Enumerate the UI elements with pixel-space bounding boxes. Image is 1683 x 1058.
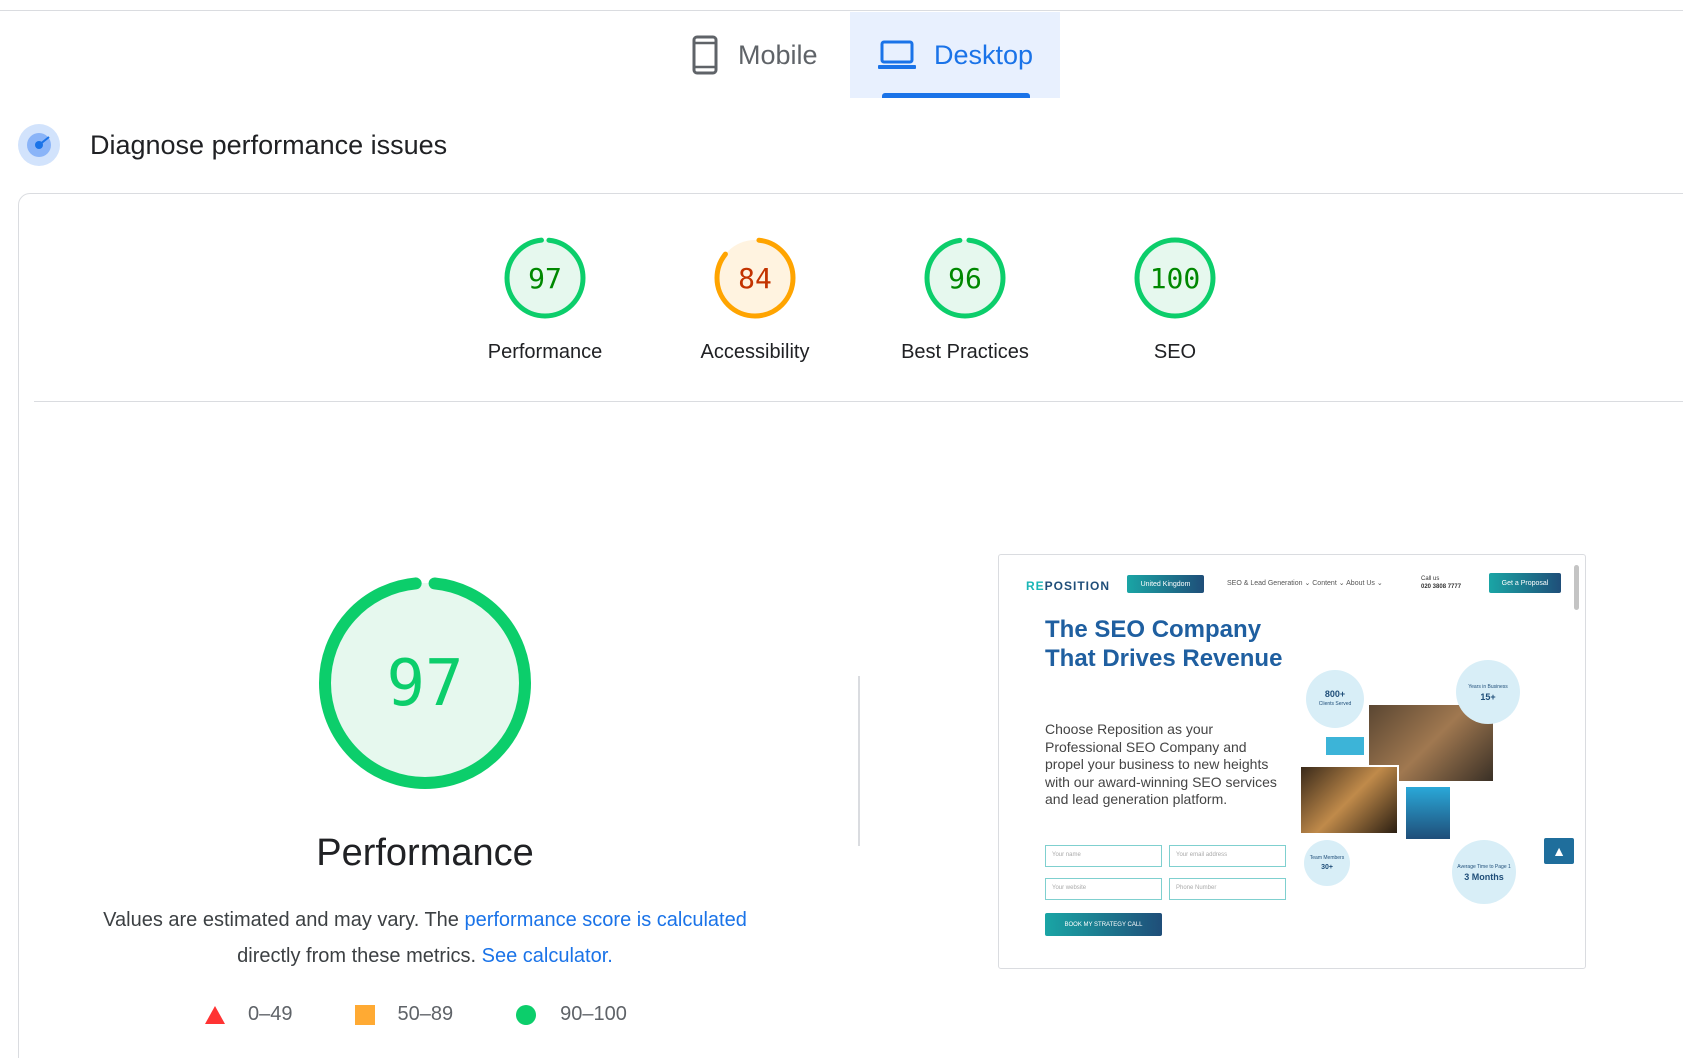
gauge-ring: 100: [1134, 237, 1216, 319]
site-cta: Get a Proposal: [1489, 573, 1561, 593]
device-tabs: Mobile Desktop: [0, 12, 1683, 98]
gauge-accessibility[interactable]: 84 Accessibility: [665, 233, 845, 364]
top-divider: [0, 10, 1683, 11]
performance-description: Values are estimated and may vary. The p…: [60, 902, 790, 974]
chart-tile: [1324, 735, 1366, 757]
desc-text: Values are estimated and may vary. The: [103, 909, 465, 931]
smartphone-icon: [692, 35, 718, 75]
stat-bubble: Average Time to Page 13 Months: [1452, 840, 1516, 904]
scrollbar: [1574, 565, 1579, 610]
gauge-seo[interactable]: 100 SEO: [1085, 233, 1265, 364]
site-field: Your email address: [1169, 845, 1286, 867]
vertical-divider: [858, 676, 860, 846]
tab-mobile-label: Mobile: [738, 39, 818, 70]
region-badge: United Kingdom: [1127, 575, 1204, 593]
tab-desktop-label: Desktop: [934, 39, 1034, 70]
scroll-top-button: ▲: [1544, 838, 1574, 864]
site-field: Your website: [1045, 878, 1162, 900]
square-icon: [354, 1004, 375, 1025]
score-gauges: 97 Performance 84 Accessibility 96 Best …: [455, 233, 1335, 373]
svg-text:84: 84: [738, 262, 772, 295]
circle-icon: [515, 1004, 537, 1026]
gauge-best-practices[interactable]: 96 Best Practices: [875, 233, 1055, 364]
gauge-label: SEO: [1153, 341, 1197, 363]
gauge-performance[interactable]: 97 Performance: [455, 233, 635, 364]
svg-text:97: 97: [528, 262, 562, 295]
legend-range: 50–89: [397, 1003, 454, 1025]
desc-text: directly from these metrics.: [237, 945, 482, 967]
gauge-ring-large: 97: [319, 577, 531, 789]
score-legend: 0–49 50–89 90–100: [205, 1003, 689, 1026]
stat-bubble: Years in Business 15+: [1456, 660, 1520, 724]
svg-text:100: 100: [1150, 262, 1201, 295]
chart-tile: [1404, 785, 1452, 841]
gauge-label: Best Practices: [901, 341, 1029, 363]
site-field: Your name: [1045, 845, 1162, 867]
site-nav: SEO & Lead Generation ⌄ Content ⌄ About …: [1227, 580, 1383, 587]
legend-average: 50–89: [354, 1003, 454, 1026]
page-screenshot[interactable]: REPOSITION United Kingdom SEO & Lead Gen…: [998, 554, 1586, 969]
stat-bubble: Team Members 30+: [1304, 840, 1350, 886]
gauge-ring: 84: [714, 237, 796, 319]
stat-bubble: 800+ Clients Served: [1306, 670, 1364, 728]
site-button: BOOK MY STRATEGY CALL: [1045, 913, 1162, 936]
performance-title: Performance: [316, 832, 534, 874]
site-field: Phone Number: [1169, 878, 1286, 900]
see-calculator-link[interactable]: See calculator.: [482, 945, 613, 967]
performance-gauge-large: 97: [317, 575, 533, 796]
active-tab-indicator: [882, 93, 1030, 98]
section-header: Diagnose performance issues: [18, 124, 447, 166]
gauge-label: Performance: [487, 341, 603, 363]
site-headline: The SEO Company That Drives Revenue: [1045, 616, 1283, 672]
legend-range: 90–100: [560, 1003, 627, 1025]
site-call: Call us 020 3808 7777: [1421, 576, 1462, 590]
legend-pass: 90–100: [515, 1003, 627, 1026]
site-logo: REPOSITION: [1026, 579, 1111, 593]
svg-text:97: 97: [386, 647, 463, 721]
gauge-label: Accessibility: [700, 341, 810, 363]
site-photo: [1299, 765, 1399, 835]
gauge-ring: 96: [924, 237, 1006, 319]
svg-text:96: 96: [948, 262, 982, 295]
laptop-icon: [878, 39, 916, 71]
tab-mobile[interactable]: Mobile: [680, 12, 850, 98]
gauge-ring: 97: [504, 237, 586, 319]
legend-range: 0–49: [248, 1003, 293, 1025]
tab-desktop[interactable]: Desktop: [850, 12, 1060, 98]
legend-fail: 0–49: [205, 1003, 293, 1026]
radar-icon: [18, 124, 60, 166]
site-body: Choose Reposition as your Professional S…: [1045, 721, 1277, 807]
divider: [34, 401, 1683, 402]
triangle-icon: [205, 1005, 225, 1025]
score-calculated-link[interactable]: performance score is calculated: [464, 909, 746, 931]
section-title: Diagnose performance issues: [90, 129, 448, 160]
